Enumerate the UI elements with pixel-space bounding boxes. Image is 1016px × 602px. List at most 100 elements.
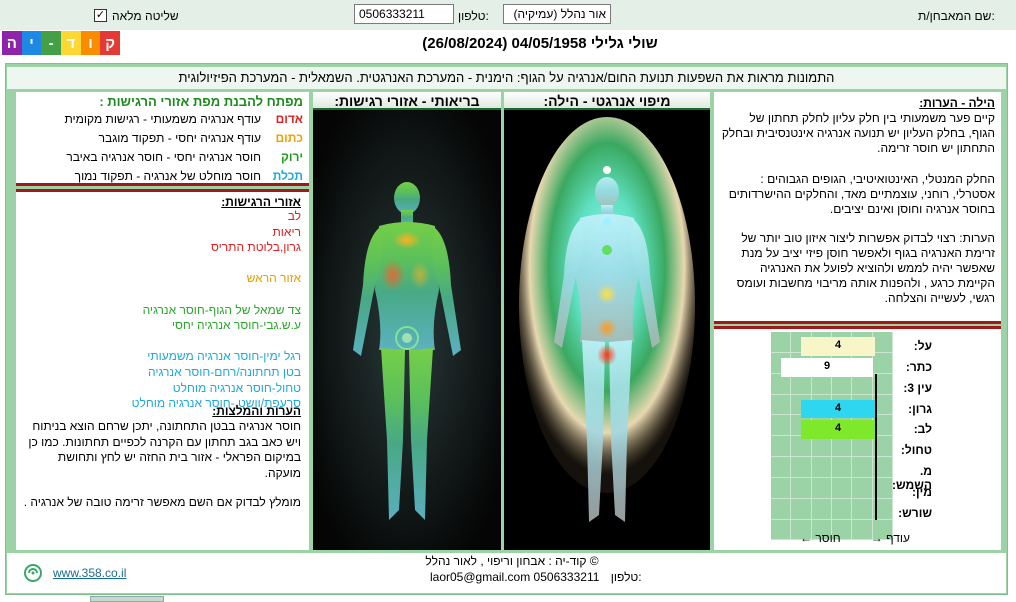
grid-cell [852, 498, 873, 520]
grid-cell [832, 498, 853, 520]
sensitivity-item: צד שמאל של הגוף-חוסר אנרגיה [142, 302, 301, 317]
chakra-label: טחול: [900, 443, 932, 458]
footer-contact-label: טלפון: [610, 570, 642, 584]
key-row: כתום עודף אנרגיה יחסי - תפקוד מוגבר [23, 129, 303, 148]
grid-cell [771, 457, 792, 478]
sensitivity-key-panel: מפתח להבנת מפת אזורי הרגישות : אדום עודף … [16, 92, 309, 186]
chakra-label: לב: [913, 422, 932, 437]
grid-cell [832, 457, 853, 478]
logo-letter: - [41, 31, 61, 55]
sensitivity-item [21, 334, 301, 350]
grid-cell [791, 498, 812, 520]
key-description: עודף אנרגיה יחסי - תפקוד מוגבר [98, 131, 261, 145]
chakra-grid-panel: 4944 על: כתר: עין 3: גרון: לב: טחול: מ. השמש: מ… [714, 326, 1001, 550]
key-description: חוסר אנרגיה יחסי - חוסר אנרגיה באיבר [66, 150, 261, 164]
legend-deficit-label: חוסר [815, 531, 841, 545]
aura-notes-p2: החלק המנטלי, האינטואיטיבי, הגופים הגבוהי… [728, 172, 995, 216]
grid-cell [811, 457, 832, 478]
key-title: מפתח להבנת מפת אזורי הרגישות : [99, 94, 303, 109]
sensitivity-item [21, 256, 301, 272]
sensitivity-item: גרון,בלוטת התריס [211, 240, 301, 255]
grid-cell [872, 352, 893, 374]
kod-ya-logo: קוד-יה [1, 31, 120, 55]
aura-notes-title: הילה - הערות: [919, 96, 995, 110]
spiral-logo-icon [24, 564, 42, 582]
grid-cell [832, 436, 853, 458]
logo-letter: ה [1, 31, 22, 55]
website-link[interactable]: www.358.co.il [53, 566, 126, 580]
logo-letter: ד [60, 31, 81, 55]
sensitivity-top-divider [16, 189, 309, 192]
phone-field[interactable]: 0506333211 [354, 4, 454, 24]
grid-cell [791, 457, 812, 478]
chakra-labels: על: כתר: עין 3: גרון: לב: טחול: מ. השמש: מין: שו… [892, 332, 994, 530]
recommendations-note: מומלץ לבדוק אם השם מאפשר זרימה טובה של א… [23, 495, 301, 509]
logo-letter: ו [80, 31, 101, 55]
grid-cell [771, 436, 792, 458]
footer-contact-value: laor05@gmail.com 0506333211 [430, 570, 600, 584]
examiner-field[interactable]: אור נהלל (עמיקיה) [503, 4, 611, 24]
body-image-title: בריאותי - אזורי רגישות: [313, 92, 501, 110]
grid-cell [791, 477, 812, 499]
grid-cell [811, 498, 832, 520]
grid-cell [852, 477, 873, 499]
top-form-bar: שם המאבחן/ת: אור נהלל (עמיקיה) טלפון: 05… [0, 0, 1016, 30]
sensitivity-title: אזורי הרגישות: [221, 195, 301, 209]
sensitivity-item [21, 287, 301, 303]
sensitivity-item: ע.ש.גבי-חוסר אנרגיה יחסי [171, 318, 301, 333]
key-color-word: אדום [275, 112, 303, 126]
notes-divider [714, 321, 1001, 324]
full-control-checkbox[interactable]: ✓ [94, 9, 107, 22]
chakra-grid: 4944 [771, 332, 893, 541]
chakra-label: גרון: [908, 401, 932, 416]
recommendations-title: הערות והמלצות: [212, 404, 301, 418]
chakra-label: כתר: [905, 359, 932, 374]
images-subtitle: התמונות מראות את השפעות תנועת החום/אנרגי… [7, 67, 1006, 89]
aura-notes-p1: קיים פער משמעותי בין חלק עליון לחלק תחתו… [721, 111, 995, 155]
grid-cell [771, 477, 792, 499]
phone-label: טלפון: [458, 9, 489, 23]
chakra-top-divider [714, 326, 1001, 329]
chakra-value-bar: 9 [781, 357, 873, 377]
examiner-label: שם המאבחן/ת: [918, 9, 995, 23]
grid-cell [852, 457, 873, 478]
sensitivity-item: ריאות [272, 224, 301, 239]
body-image-panel: בריאותי - אזורי רגישות: [313, 92, 501, 550]
patient-header: שולי גלילי 04/05/1958 (26/08/2024) [422, 35, 658, 52]
grid-cell [832, 373, 853, 395]
aura-notes-panel: הילה - הערות: קיים פער משמעותי בין חלק ע… [714, 92, 1001, 324]
grid-cell [791, 373, 812, 395]
scroll-thumb[interactable] [90, 596, 164, 602]
footer: © קוד-יה : אבחון וריפוי , לאור נהלל laor… [7, 553, 1006, 593]
chakra-legend: עודף → חוסר ← [800, 531, 910, 545]
full-control-label: שליטה מלאה [112, 9, 179, 23]
sensitivity-list: לב ריאות גרון,בלוטת התריס אזור הראש צד שמא… [21, 209, 301, 412]
chakra-value-bar: 4 [801, 420, 875, 440]
logo-letter: ק [100, 31, 120, 55]
sensitivity-item: טחול-חוסר אנרגיה מוחלט [172, 380, 301, 395]
aura-energy-figure [504, 110, 710, 550]
grid-cell [771, 498, 792, 520]
footer-copyright: © קוד-יה : אבחון וריפוי , לאור נהלל [425, 554, 599, 568]
body-sensitivity-figure [313, 110, 501, 550]
grid-cell [771, 519, 792, 541]
grid-cell [811, 436, 832, 458]
chakra-label: עין 3: [903, 380, 932, 395]
chakra-value-bar: 4 [801, 399, 875, 419]
grid-cell [771, 415, 792, 437]
chakra-value-bar: 4 [801, 337, 875, 356]
key-list: אדום עודף אנרגיה משמעותי - רגישות מקומית כ… [23, 110, 303, 186]
key-row: אדום עודף אנרגיה משמעותי - רגישות מקומית [23, 110, 303, 129]
grid-cell [852, 436, 873, 458]
key-description: עודף אנרגיה משמעותי - רגישות מקומית [64, 112, 261, 126]
grid-cell [852, 373, 873, 395]
sensitivity-item: לב [287, 209, 301, 223]
grid-cell [811, 373, 832, 395]
key-row: ירוק חוסר אנרגיה יחסי - חוסר אנרגיה באיבר [23, 148, 303, 167]
chakra-label: מין: [912, 484, 932, 499]
key-color-word: כתום [275, 131, 303, 145]
grid-cell [791, 436, 812, 458]
grid-cell [872, 332, 893, 353]
chakra-label: על: [913, 339, 932, 353]
sensitivity-item: אזור הראש [246, 271, 301, 286]
